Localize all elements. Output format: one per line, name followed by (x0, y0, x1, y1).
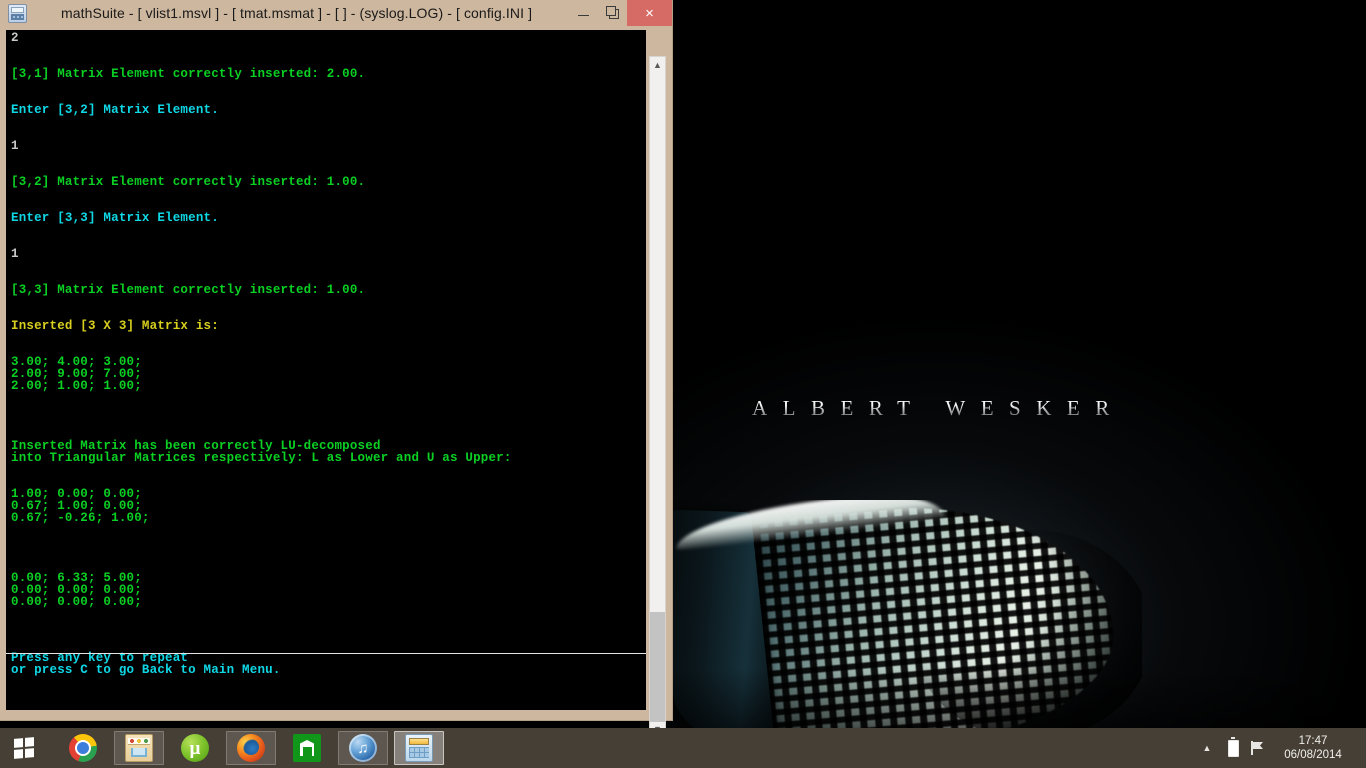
console-line: 1 (11, 139, 19, 153)
scrollbar-thumb[interactable] (650, 612, 665, 722)
calculator-icon (405, 734, 433, 762)
firefox-icon (237, 734, 265, 762)
chrome-icon (69, 734, 97, 762)
file-explorer-icon (125, 734, 153, 762)
console-line: [3,2] Matrix Element correctly inserted:… (11, 175, 366, 189)
console-line: 0.67; -0.26; 1.00; (11, 511, 150, 525)
minimize-button[interactable] (569, 0, 598, 26)
taskbar: µ ♫ ▲ 17:47 06/08/2014 (0, 728, 1366, 768)
utorrent-icon: µ (181, 734, 209, 762)
taskbar-items: µ ♫ (58, 728, 444, 768)
console-line: 2 (11, 31, 19, 45)
window-titlebar[interactable]: mathSuite - [ vlist1.msvl ] - [ tmat.msm… (0, 0, 672, 26)
action-center-icon-wrap[interactable] (1246, 728, 1272, 768)
console-line: [3,3] Matrix Element correctly inserted:… (11, 283, 366, 297)
wallpaper-bottom-fade (670, 668, 1366, 728)
itunes-icon: ♫ (349, 734, 377, 762)
calculator-icon (8, 3, 27, 23)
battery-icon (1227, 737, 1239, 757)
taskbar-item-file-explorer[interactable] (114, 731, 164, 765)
system-tray: ▲ 17:47 06/08/2014 (1194, 728, 1366, 768)
screen: ALBERT WESKER mathSuite - [ vlist1.msvl … (0, 0, 1366, 768)
taskbar-item-utorrent[interactable]: µ (170, 731, 220, 765)
store-icon (293, 734, 321, 762)
window-title-text: mathSuite - [ vlist1.msvl ] - [ tmat.msm… (61, 5, 533, 21)
console-line: Inserted [3 X 3] Matrix is: (11, 319, 219, 333)
maximize-restore-button[interactable] (598, 0, 627, 26)
console-line: Enter [3,3] Matrix Element. (11, 211, 219, 225)
window-controls: × (569, 0, 672, 26)
console-output-area[interactable]: 2 [3,1] Matrix Element correctly inserted… (6, 30, 646, 710)
clock-time: 17:47 (1298, 735, 1328, 747)
taskbar-item-firefox[interactable] (226, 731, 276, 765)
wallpaper-title-text: ALBERT WESKER (752, 396, 1312, 421)
console-line: or press C to go Back to Main Menu. (11, 663, 281, 677)
console-scrollbar[interactable]: ▲ ▼ (649, 56, 666, 738)
windows-logo-icon (14, 737, 34, 759)
console-line: [3,1] Matrix Element correctly inserted:… (11, 67, 366, 81)
console-body: 2 [3,1] Matrix Element correctly inserted… (0, 26, 672, 738)
close-button[interactable]: × (627, 0, 672, 26)
console-line: 2.00; 1.00; 1.00; (11, 379, 142, 393)
taskbar-item-chrome[interactable] (58, 731, 108, 765)
mathsuite-window[interactable]: mathSuite - [ vlist1.msvl ] - [ tmat.msm… (0, 0, 672, 738)
battery-icon-wrap[interactable] (1220, 728, 1246, 768)
start-button[interactable] (0, 728, 48, 768)
console-separator-rule (6, 653, 646, 654)
clock-date: 06/08/2014 (1284, 749, 1342, 761)
console-line: Enter [3,2] Matrix Element. (11, 103, 219, 117)
taskbar-item-mathsuite[interactable] (394, 731, 444, 765)
taskbar-item-itunes[interactable]: ♫ (338, 731, 388, 765)
show-hidden-icons-arrow-icon[interactable]: ▲ (1194, 728, 1220, 768)
taskbar-item-store[interactable] (282, 731, 332, 765)
taskbar-clock[interactable]: 17:47 06/08/2014 (1272, 734, 1358, 762)
console-line: into Triangular Matrices respectively: L… (11, 451, 512, 465)
console-line: 1 (11, 247, 19, 261)
flag-icon (1251, 741, 1267, 755)
console-line: 0.00; 0.00; 0.00; (11, 595, 142, 609)
scroll-up-arrow-icon[interactable]: ▲ (650, 57, 665, 73)
